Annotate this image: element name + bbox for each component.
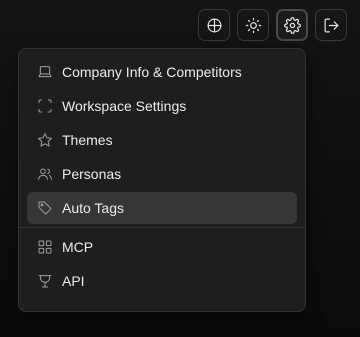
globe-icon bbox=[206, 17, 223, 34]
menu-item-api[interactable]: API bbox=[27, 265, 297, 297]
logout-button[interactable] bbox=[315, 9, 347, 41]
users-icon bbox=[37, 166, 53, 182]
sun-icon bbox=[245, 17, 262, 34]
menu-item-label: API bbox=[62, 273, 85, 289]
menu-item-workspace-settings[interactable]: Workspace Settings bbox=[27, 90, 297, 122]
menu-item-label: MCP bbox=[62, 239, 94, 255]
star-icon bbox=[37, 132, 53, 148]
menu-item-label: Personas bbox=[62, 166, 122, 182]
menu-item-themes[interactable]: Themes bbox=[27, 124, 297, 156]
menu-item-label: Company Info & Competitors bbox=[62, 64, 242, 80]
menu-item-personas[interactable]: Personas bbox=[27, 158, 297, 190]
tag-icon bbox=[37, 200, 53, 216]
settings-dropdown-menu: Company Info & Competitors Workspace Set… bbox=[18, 48, 306, 312]
menu-item-label: Themes bbox=[62, 132, 113, 148]
top-toolbar bbox=[198, 9, 347, 41]
settings-button[interactable] bbox=[276, 9, 308, 41]
globe-button[interactable] bbox=[198, 9, 230, 41]
menu-item-company-info[interactable]: Company Info & Competitors bbox=[27, 56, 297, 88]
menu-item-label: Auto Tags bbox=[62, 200, 125, 216]
menu-item-auto-tags[interactable]: Auto Tags bbox=[27, 192, 297, 224]
menu-divider bbox=[19, 227, 305, 228]
scan-frame-icon bbox=[37, 98, 53, 114]
menu-item-mcp[interactable]: MCP bbox=[27, 231, 297, 263]
laptop-icon bbox=[37, 64, 53, 80]
logout-icon bbox=[323, 17, 340, 34]
gear-icon bbox=[283, 16, 301, 34]
signpost-icon bbox=[37, 273, 53, 289]
grid-icon bbox=[37, 239, 53, 255]
menu-item-label: Workspace Settings bbox=[62, 98, 187, 114]
theme-toggle-button[interactable] bbox=[237, 9, 269, 41]
